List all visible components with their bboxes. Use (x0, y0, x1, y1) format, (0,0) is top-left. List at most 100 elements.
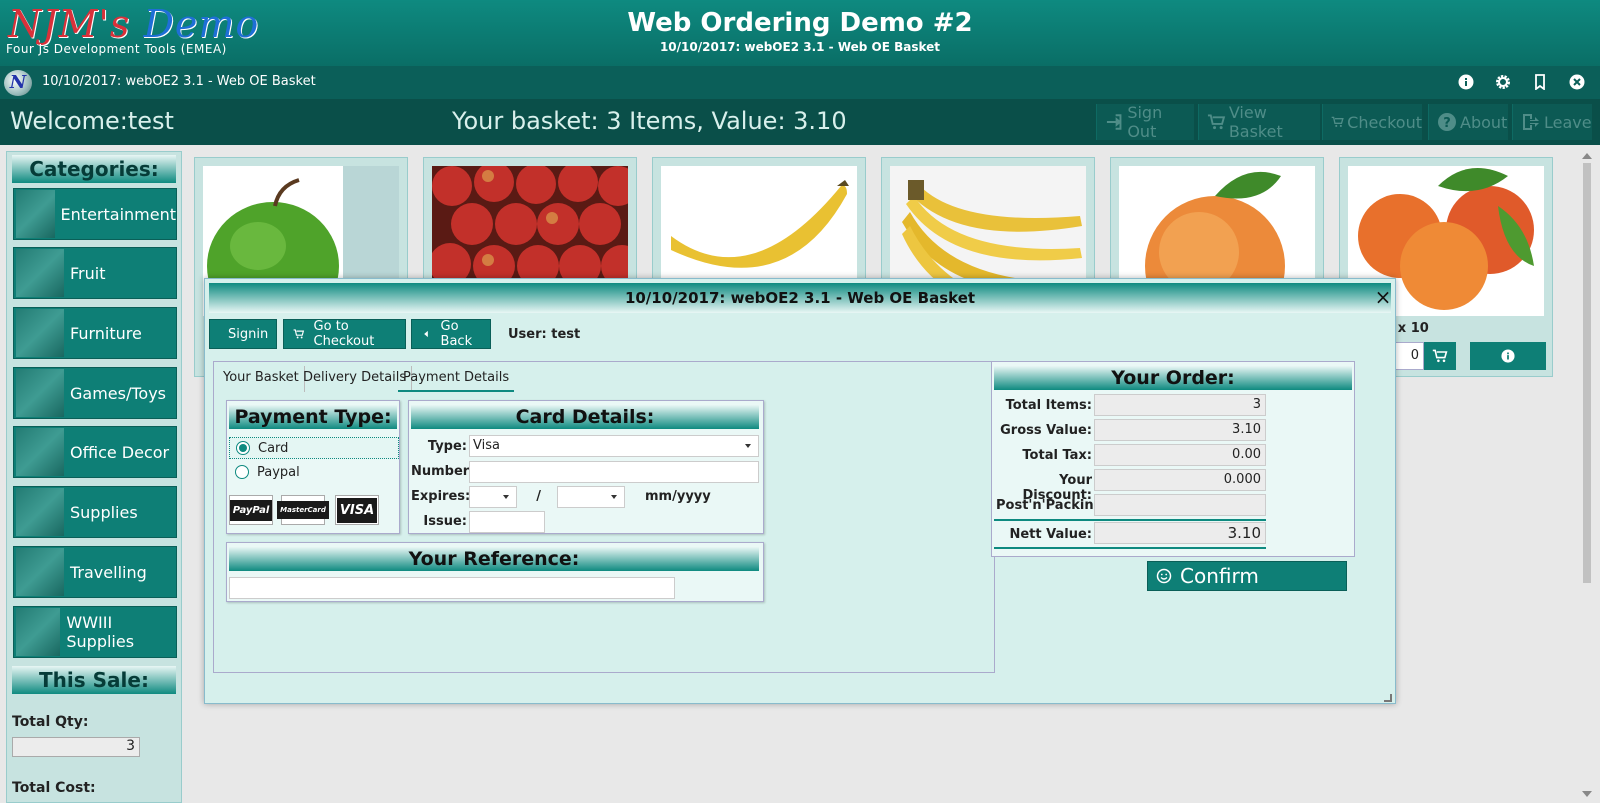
categories-heading: Categories: (12, 155, 176, 183)
nett-value-label: Nett Value: (1009, 527, 1092, 542)
confirm-label: Confirm (1180, 564, 1259, 588)
category-label: Furniture (70, 323, 142, 343)
user-label: User: test (508, 327, 581, 342)
about-button[interactable]: ? About (1428, 104, 1508, 140)
caret-left-icon (424, 330, 428, 338)
info-icon[interactable] (1457, 73, 1475, 91)
sign-out-button[interactable]: Sign Out (1096, 103, 1194, 141)
sidebar: Categories: Entertainment Fruit Furnitur… (6, 151, 182, 803)
welcome-text: Welcome:test (10, 107, 174, 135)
cart-icon (1432, 349, 1448, 363)
order-heading: Your Order: (994, 366, 1352, 390)
total-items-value: 3 (1094, 394, 1266, 416)
category-label: Office Decor (70, 442, 170, 462)
category-thumbnail (16, 309, 64, 357)
category-travelling[interactable]: Travelling (13, 546, 177, 598)
basket-dialog: 10/10/2017: webOE2 3.1 - Web OE Basket ×… (204, 278, 1396, 704)
category-fruit[interactable]: Fruit (13, 247, 177, 299)
vertical-scrollbar[interactable] (1580, 151, 1594, 803)
category-wwiii-supplies[interactable]: WWIII Supplies (13, 606, 177, 658)
tab-delivery-details[interactable]: Delivery Details (298, 366, 413, 392)
category-thumbnail (16, 369, 64, 417)
dialog-title: 10/10/2017: webOE2 3.1 - Web OE Basket (209, 283, 1391, 313)
dialog-close-icon[interactable]: × (1373, 286, 1393, 308)
category-furniture[interactable]: Furniture (13, 307, 177, 359)
cart-icon (1331, 116, 1344, 127)
card-number-input[interactable] (469, 461, 759, 483)
visa-logo: VISA (335, 495, 379, 525)
divider (994, 547, 1266, 549)
card-type-label: Type: (427, 439, 467, 454)
radio-button[interactable] (235, 465, 249, 479)
info-icon (1501, 349, 1515, 363)
bookmark-icon[interactable] (1531, 73, 1549, 91)
gear-icon[interactable] (1494, 73, 1512, 91)
category-supplies[interactable]: Supplies (13, 486, 177, 538)
gross-value-label: Gross Value: (1000, 423, 1092, 438)
card-details-panel: Card Details: Type: Visa Number: Expires… (408, 400, 764, 534)
go-back-button[interactable]: Go Back (411, 319, 491, 349)
resize-grip-icon[interactable] (1384, 694, 1392, 702)
leave-label: Leave (1544, 112, 1592, 132)
go-to-checkout-button[interactable]: Go to Checkout (283, 319, 406, 349)
window-bar: N 10/10/2017: webOE2 3.1 - Web OE Basket (0, 66, 1600, 99)
reference-heading: Your Reference: (229, 547, 759, 571)
category-entertainment[interactable]: Entertainment (13, 188, 177, 240)
app-title: Web Ordering Demo #2 (627, 8, 973, 38)
expires-format-hint: mm/yyyy (645, 489, 711, 504)
reference-input[interactable] (229, 577, 675, 599)
expires-year-select[interactable] (557, 486, 625, 508)
expires-label: Expires: (411, 489, 471, 504)
view-basket-button[interactable]: View Basket (1198, 103, 1320, 141)
product-info-button[interactable] (1470, 342, 1546, 370)
category-label: Travelling (70, 562, 147, 582)
logo-text-part2: Demo (143, 2, 260, 46)
discount-value: 0.000 (1094, 469, 1266, 491)
scroll-up-icon[interactable] (1582, 153, 1592, 159)
reference-panel: Your Reference: (226, 542, 764, 602)
category-thumbnail (16, 428, 64, 476)
smile-icon (1156, 568, 1172, 584)
sign-out-icon (1106, 114, 1122, 130)
confirm-button[interactable]: Confirm (1147, 561, 1347, 591)
payment-type-panel: Payment Type: Card Paypal PayPal MasterC… (226, 400, 400, 534)
divider (994, 519, 1266, 521)
checkout-button[interactable]: Checkout (1322, 104, 1422, 140)
total-items-label: Total Items: (1005, 398, 1092, 413)
total-tax-label: Total Tax: (1022, 448, 1092, 463)
card-type-select[interactable]: Visa (469, 435, 759, 457)
radio-card-label: Card (258, 440, 289, 456)
category-label: WWIII Supplies (66, 613, 135, 651)
total-tax-value: 0.00 (1094, 444, 1266, 466)
scroll-down-icon[interactable] (1582, 791, 1592, 797)
category-office-decor[interactable]: Office Decor (13, 426, 177, 478)
issue-input[interactable] (469, 511, 545, 533)
order-summary-panel: Your Order: Total Items: 3 Gross Value: … (991, 361, 1355, 557)
radio-card[interactable]: Card (229, 437, 399, 459)
close-icon[interactable] (1568, 73, 1586, 91)
card-number-label: Number: (411, 464, 475, 479)
signin-button[interactable]: Signin (209, 319, 277, 349)
go-back-label: Go Back (440, 319, 473, 349)
cart-icon (293, 329, 305, 339)
nett-value-value: 3.10 (1094, 522, 1266, 544)
card-details-heading: Card Details: (411, 405, 759, 429)
expires-month-select[interactable] (469, 486, 517, 508)
category-label: Fruit (70, 263, 106, 283)
tab-payment-details[interactable]: Payment Details (398, 366, 515, 392)
add-to-cart-button[interactable] (1424, 342, 1456, 370)
leave-button[interactable]: Leave (1512, 104, 1592, 140)
category-label: Supplies (70, 502, 138, 522)
radio-paypal[interactable]: Paypal (229, 461, 399, 483)
payment-type-heading: Payment Type: (229, 405, 397, 429)
svg-text:?: ? (1443, 116, 1451, 131)
tab-your-basket[interactable]: Your Basket (218, 366, 305, 392)
logo-subtitle: Four Js Development Tools (EMEA) (6, 42, 227, 56)
go-to-checkout-label: Go to Checkout (313, 319, 375, 349)
category-thumbnail (16, 548, 64, 596)
radio-button[interactable] (236, 441, 250, 455)
view-basket-label: View Basket (1228, 103, 1283, 141)
category-games-toys[interactable]: Games/Toys (13, 367, 177, 419)
scroll-thumb[interactable] (1583, 163, 1591, 583)
logo: NJM's Demo (8, 2, 259, 46)
